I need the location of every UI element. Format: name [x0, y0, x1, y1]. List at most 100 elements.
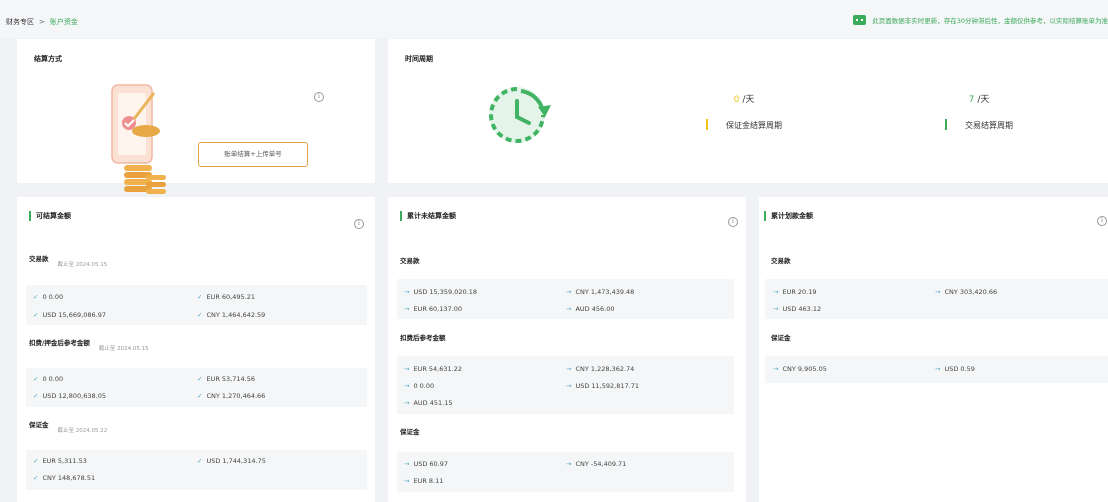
deposit-section-title: 保证金截止至 2024.05.22: [29, 421, 108, 434]
drawn-deposit-item: → CNY 9,905.05: [773, 365, 827, 373]
time-period-card: 时间周期 0/天 保证金结算周期 7/天 交易结算周期: [388, 39, 1108, 183]
drawn-deposit-title: 保证金: [771, 334, 791, 342]
arrow-icon: →: [404, 305, 410, 313]
drawn-trade-item: → EUR 20.19: [773, 288, 817, 296]
breadcrumb: 财务专区 > 账户资金: [6, 17, 78, 27]
unsettled-deduct-item: → CNY 1,228,362.74: [566, 365, 635, 373]
deduct-amount-item: ✓ EUR 53,714.56: [197, 375, 255, 383]
trade-amount-item: ✓ CNY 1,464,642.59: [197, 311, 266, 319]
check-icon: ✓: [33, 392, 39, 400]
deposit-amount-item: ✓ USD 1,744,314.75: [197, 457, 266, 465]
check-icon: ✓: [33, 474, 39, 482]
trade-cycle-marker: [945, 119, 947, 130]
deposit-cycle-value: 0: [733, 95, 740, 105]
breadcrumb-root[interactable]: 财务专区: [6, 18, 34, 26]
check-icon: ✓: [197, 392, 203, 400]
unsettled-trade-item: → CNY 1,473,439.48: [566, 288, 635, 296]
unsettled-trade-box: → USD 15,359,020.18 → CNY 1,473,439.48 → EU…: [397, 279, 734, 319]
check-icon: ✓: [197, 375, 203, 383]
upload-order-button[interactable]: 账单结算+上传单号: [198, 142, 308, 167]
arrow-icon: →: [404, 460, 410, 468]
unsettled-deduct-box: → EUR 54,631.22 → CNY 1,228,362.74 → 0 0.00…: [397, 356, 734, 414]
drawn-trade-item: → CNY 303,420.66: [935, 288, 998, 296]
trade-section-title: 交易款截止至 2024.05.15: [29, 255, 108, 268]
trade-cycle-unit: /天: [977, 95, 990, 105]
data-delay-notice: 此页面数据非实时更新，存在30分钟滞后性，金额仅供参考，以实际结算账单为准: [853, 15, 1108, 25]
arrow-icon: →: [566, 382, 572, 390]
deduct-amount-item: ✓ 0 0.00: [33, 375, 64, 383]
clock-cycle-icon: [489, 87, 551, 143]
available-amount-title: 可结算金额: [29, 211, 71, 221]
arrow-icon: →: [566, 365, 572, 373]
top-bar: 财务专区 > 账户资金 此页面数据非实时更新，存在30分钟滞后性，金额仅供参考，以实…: [0, 0, 1108, 38]
settlement-method-card: 结算方式 账单结算+上传单号 i: [17, 39, 375, 194]
info-icon[interactable]: i: [728, 217, 738, 227]
arrow-icon: →: [773, 365, 779, 373]
info-icon[interactable]: i: [1097, 216, 1107, 226]
arrow-icon: →: [404, 382, 410, 390]
unsettled-amount-title: 累计未结算金额: [400, 211, 456, 221]
drawn-amount-title: 累计划款金额: [764, 211, 813, 221]
arrow-icon: →: [935, 365, 941, 373]
unsettled-trade-item: → USD 15,359,020.18: [404, 288, 477, 296]
check-icon: ✓: [33, 375, 39, 383]
drawn-trade-box: → EUR 20.19 → CNY 303,420.66 → USD 463.12: [765, 279, 1108, 319]
arrow-icon: →: [773, 305, 779, 313]
trade-amount-item: ✓ USD 15,669,086.97: [33, 311, 106, 319]
arrow-icon: →: [935, 288, 941, 296]
deduct-amount-item: ✓ CNY 1,270,464.66: [197, 392, 266, 400]
check-icon: ✓: [197, 293, 203, 301]
unsettled-trade-item: → AUD 456.00: [566, 305, 615, 313]
deposit-amounts-box: ✓ EUR 5,311.53 ✓ USD 1,744,314.75 ✓ CNY 148…: [26, 450, 367, 490]
arrow-icon: →: [566, 305, 572, 313]
drawn-trade-item: → USD 463.12: [773, 305, 822, 313]
info-icon[interactable]: i: [314, 92, 324, 102]
deposit-amount-item: ✓ CNY 148,678.51: [33, 474, 96, 482]
trade-cycle-stat: 7/天 交易结算周期: [919, 92, 1039, 130]
deposit-amount-item: ✓ EUR 5,311.53: [33, 457, 87, 465]
arrow-icon: →: [566, 460, 572, 468]
trade-cycle-label: 交易结算周期: [965, 121, 1013, 130]
available-amount-card: 可结算金额 i 交易款截止至 2024.05.15 ✓ 0 0.00 ✓ EUR 6…: [17, 197, 375, 502]
message-icon: [853, 15, 867, 25]
phone-coins-illustration: [111, 84, 166, 194]
unsettled-deposit-title: 保证金: [400, 428, 420, 436]
breadcrumb-separator: >: [39, 18, 45, 26]
unsettled-deposit-item: → EUR 8.11: [404, 477, 444, 485]
trade-date-note: 截止至 2024.05.15: [57, 262, 108, 268]
deposit-cycle-label: 保证金结算周期: [726, 121, 782, 130]
trade-cycle-value: 7: [968, 95, 975, 105]
arrow-icon: →: [404, 365, 410, 373]
unsettled-trade-title: 交易款: [400, 257, 420, 265]
drawn-deposit-item: → USD 0.59: [935, 365, 975, 373]
check-icon: ✓: [33, 293, 39, 301]
deduct-amount-item: ✓ USD 12,800,638.05: [33, 392, 106, 400]
info-icon[interactable]: i: [354, 219, 364, 229]
unsettled-deduct-item: → EUR 54,631.22: [404, 365, 462, 373]
trade-amount-item: ✓ EUR 60,495.21: [197, 293, 255, 301]
breadcrumb-current: 账户资金: [49, 18, 78, 26]
check-icon: ✓: [197, 457, 203, 465]
deduct-section-title: 扣费/押金后参考金额截止至 2024.05.15: [29, 339, 149, 352]
arrow-icon: →: [404, 288, 410, 296]
arrow-icon: →: [404, 477, 410, 485]
deduct-amounts-box: ✓ 0 0.00 ✓ EUR 53,714.56 ✓ USD 12,800,638.0…: [26, 368, 367, 407]
notice-text: 此页面数据非实时更新，存在30分钟滞后性，金额仅供参考，以实际结算账单为准: [872, 17, 1108, 25]
deposit-cycle-unit: /天: [742, 95, 755, 105]
trade-amounts-box: ✓ 0 0.00 ✓ EUR 60,495.21 ✓ USD 15,669,086.9…: [26, 285, 367, 325]
deposit-date-note: 截止至 2024.05.22: [57, 428, 108, 434]
unsettled-deduct-item: → USD 11,592,817.71: [566, 382, 639, 390]
trade-amount-item: ✓ 0 0.00: [33, 293, 64, 301]
unsettled-deduct-title: 扣费后参考金额: [400, 334, 446, 342]
settlement-method-title: 结算方式: [34, 55, 62, 63]
check-icon: ✓: [33, 457, 39, 465]
unsettled-deposit-box: → USD 60.97 → CNY -54,409.71 → EUR 8.11: [397, 452, 734, 492]
drawn-deposit-box: → CNY 9,905.05 → USD 0.59: [765, 356, 1108, 383]
unsettled-deduct-item: → AUD 451.15: [404, 399, 453, 407]
unsettled-trade-item: → EUR 60,137.00: [404, 305, 462, 313]
unsettled-amount-card: 累计未结算金额 i 交易款 → USD 15,359,020.18 → CNY 1,…: [388, 197, 746, 502]
arrow-icon: →: [404, 399, 410, 407]
unsettled-deposit-item: → USD 60.97: [404, 460, 449, 468]
deposit-cycle-stat: 0/天 保证金结算周期: [684, 92, 804, 130]
arrow-icon: →: [566, 288, 572, 296]
